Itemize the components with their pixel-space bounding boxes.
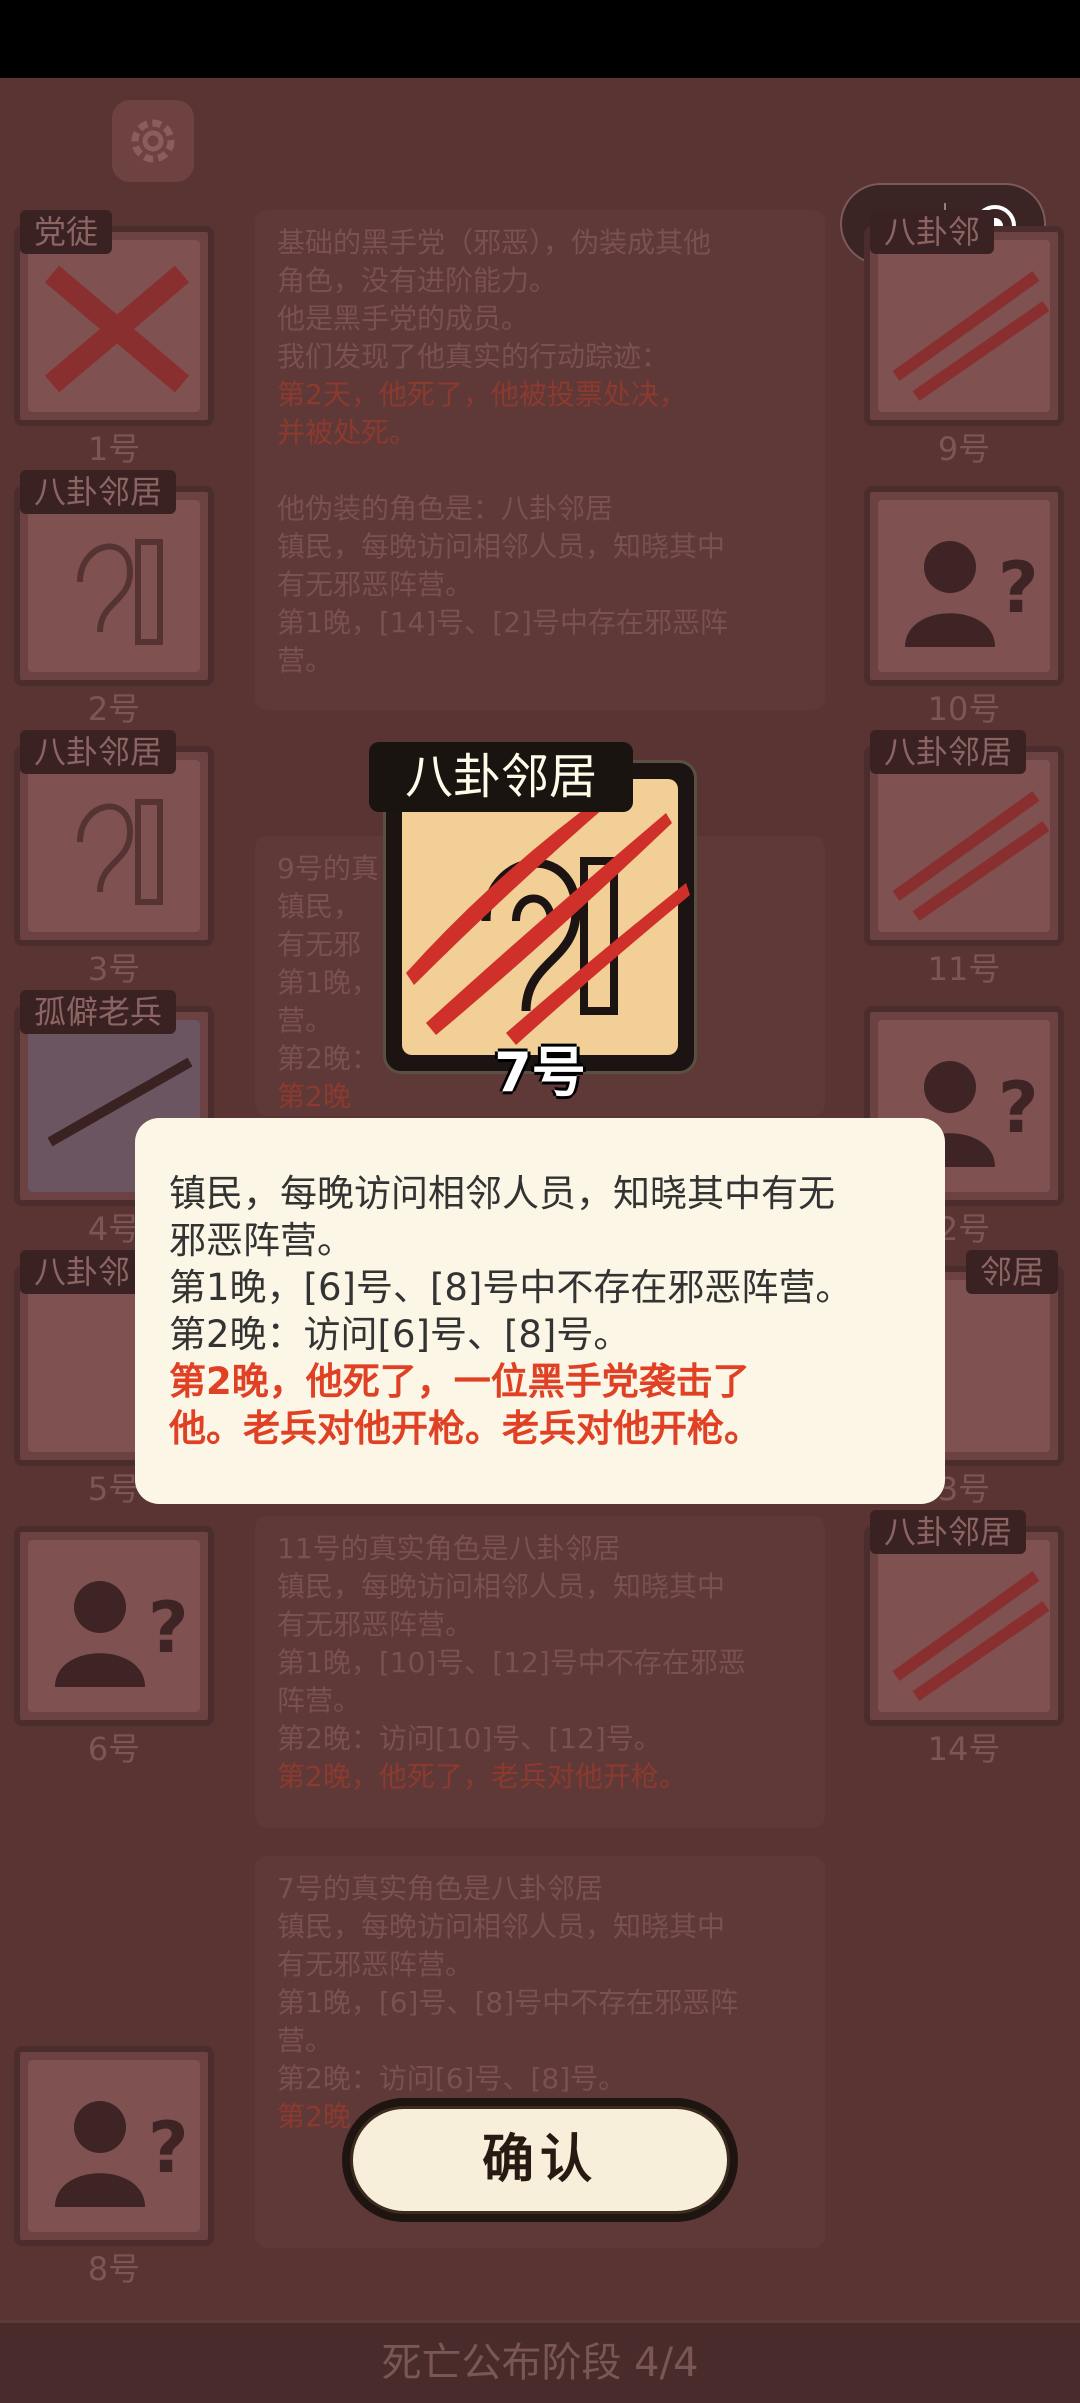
claw-marks-icon	[892, 791, 1050, 921]
claw-marks-icon	[892, 271, 1050, 401]
svg-text:?: ?	[148, 2107, 189, 2189]
unknown-person-icon: ?	[55, 1581, 189, 1687]
player-card-1[interactable]: 党徒 1号	[14, 210, 214, 468]
log-line: 第2晚：访问[6]号、[8]号。	[277, 2062, 627, 2095]
dialog-line: 第2晚：访问[6]号、[8]号。	[169, 1313, 631, 1356]
gear-icon	[131, 119, 175, 163]
unknown-person-icon: ?	[55, 2101, 189, 2207]
player-card-10[interactable]: ? 10号	[864, 486, 1064, 728]
log-line: 第2晚：访问[10]号、[12]号。	[277, 1722, 662, 1755]
player-number: 8号	[87, 2250, 141, 2288]
player-number: 11号	[927, 950, 1001, 988]
log-line: 营。	[277, 644, 334, 677]
player-role-tag: 党徒	[20, 210, 113, 254]
log-line: 镇民，每晚访问相邻人员，知晓其中	[277, 1570, 726, 1603]
player-number: 6号	[87, 1730, 141, 1768]
cross-icon	[44, 265, 190, 393]
confirm-button[interactable]: 确认	[342, 2098, 738, 2222]
dialog-line: 邪恶阵营。	[169, 1219, 354, 1262]
log-line: 我们发现了他真实的行动踪迹：	[277, 340, 670, 373]
log-line: 有无邪恶阵营。	[277, 568, 474, 601]
player-role-tag: 八卦邻	[870, 210, 995, 254]
log-line: 他伪装的角色是：八卦邻居	[277, 492, 614, 525]
log-red-line: 第2天，他死了，他被投票处决，	[277, 378, 687, 411]
log-line: 他是黑手党的成员。	[277, 302, 530, 335]
player-number: 10号	[927, 690, 1001, 728]
player-number: 1号	[87, 430, 141, 468]
log-line: 阵营。	[277, 1684, 362, 1717]
player-number: 14号	[927, 1730, 1001, 1768]
player-role-tag: 八卦邻居	[870, 730, 1027, 774]
log-line: 基础的黑手党（邪恶），伪装成其他	[277, 226, 712, 259]
player-card-3[interactable]: 八卦邻居 3号	[14, 730, 214, 988]
log-line: 角色，没有进阶能力。	[277, 264, 558, 297]
dialog-line: 镇民，每晚访问相邻人员，知晓其中有无	[169, 1172, 835, 1215]
log-line: 镇民，每晚访问相邻人员，知晓其中	[277, 1910, 726, 1943]
log-line: 11号的真实角色是八卦邻居	[277, 1532, 621, 1565]
log-line: 有无邪恶阵营。	[277, 1948, 474, 1981]
phase-bar: 死亡公布阶段 4/4	[0, 2320, 1080, 2403]
role-detail-dialog: 镇民，每晚访问相邻人员，知晓其中有无 邪恶阵营。 第1晚，[6]号、[8]号中不…	[135, 1118, 945, 1504]
ear-icon	[77, 539, 163, 645]
player-role-tag: 八卦邻	[20, 1250, 145, 1294]
player-card-6[interactable]: ? 6号	[14, 1526, 214, 1768]
player-role-tag: 八卦邻居	[20, 730, 177, 774]
svg-text:?: ?	[998, 1067, 1039, 1149]
death-log-1: 基础的黑手党（邪恶），伪装成其他 角色，没有进阶能力。 他是黑手党的成员。 我们…	[255, 210, 825, 710]
focused-role-tag: 八卦邻居	[369, 742, 633, 812]
player-number: 3号	[87, 950, 141, 988]
player-card-2[interactable]: 八卦邻居 2号	[14, 470, 214, 728]
status-bar	[0, 0, 1080, 78]
svg-text:?: ?	[148, 1587, 189, 1669]
player-role-tag: 孤僻老兵	[20, 990, 177, 1034]
log-line: 营。	[277, 2024, 334, 2057]
player-role-tag: 八卦邻居	[20, 470, 177, 514]
player-card-8[interactable]: ? 8号	[14, 2046, 214, 2288]
player-role-tag: 邻居	[965, 1250, 1058, 1294]
log-line: 镇民，每晚访问相邻人员，知晓其中	[277, 530, 726, 563]
log-line: 第1晚，[14]号、[2]号中存在邪恶阵	[277, 606, 728, 639]
dialog-death-line: 第2晚，他死了，一位黑手党袭击了	[169, 1360, 750, 1403]
log-red-line: 并被处死。	[277, 416, 418, 449]
claw-marks-icon	[892, 1571, 1050, 1701]
log-line: 7号的真实角色是八卦邻居	[277, 1872, 603, 1905]
player-number: 9号	[937, 430, 991, 468]
ear-icon	[77, 799, 163, 905]
log-red-line: 第2晚，他死了，老兵对他开枪。	[277, 1760, 687, 1793]
log-line: 有无邪恶阵营。	[277, 1608, 474, 1641]
unknown-person-icon: ?	[905, 541, 1039, 647]
dialog-death-line: 他。老兵对他开枪。老兵对他开枪。	[169, 1407, 761, 1450]
death-log-3: 11号的真实角色是八卦邻居 镇民，每晚访问相邻人员，知晓其中 有无邪恶阵营。 第…	[255, 1516, 825, 1828]
dialog-line: 第1晚，[6]号、[8]号中不存在邪恶阵营。	[169, 1266, 853, 1309]
confirm-button-label: 确认	[350, 2106, 730, 2214]
log-line: 第1晚，[6]号、[8]号中不存在邪恶阵	[277, 1986, 739, 2019]
svg-text:?: ?	[998, 547, 1039, 629]
player-role-tag: 八卦邻居	[870, 1510, 1027, 1554]
player-card-11[interactable]: 八卦邻居 11号	[864, 730, 1064, 988]
focused-player-number: 7号	[494, 1041, 586, 1104]
player-card-9[interactable]: 八卦邻 9号	[864, 210, 1064, 468]
player-card-14[interactable]: 八卦邻居 14号	[864, 1510, 1064, 1768]
log-line: 第1晚，[10]号、[12]号中不存在邪恶	[277, 1646, 746, 1679]
settings-button[interactable]	[112, 100, 194, 182]
player-number: 2号	[87, 690, 141, 728]
